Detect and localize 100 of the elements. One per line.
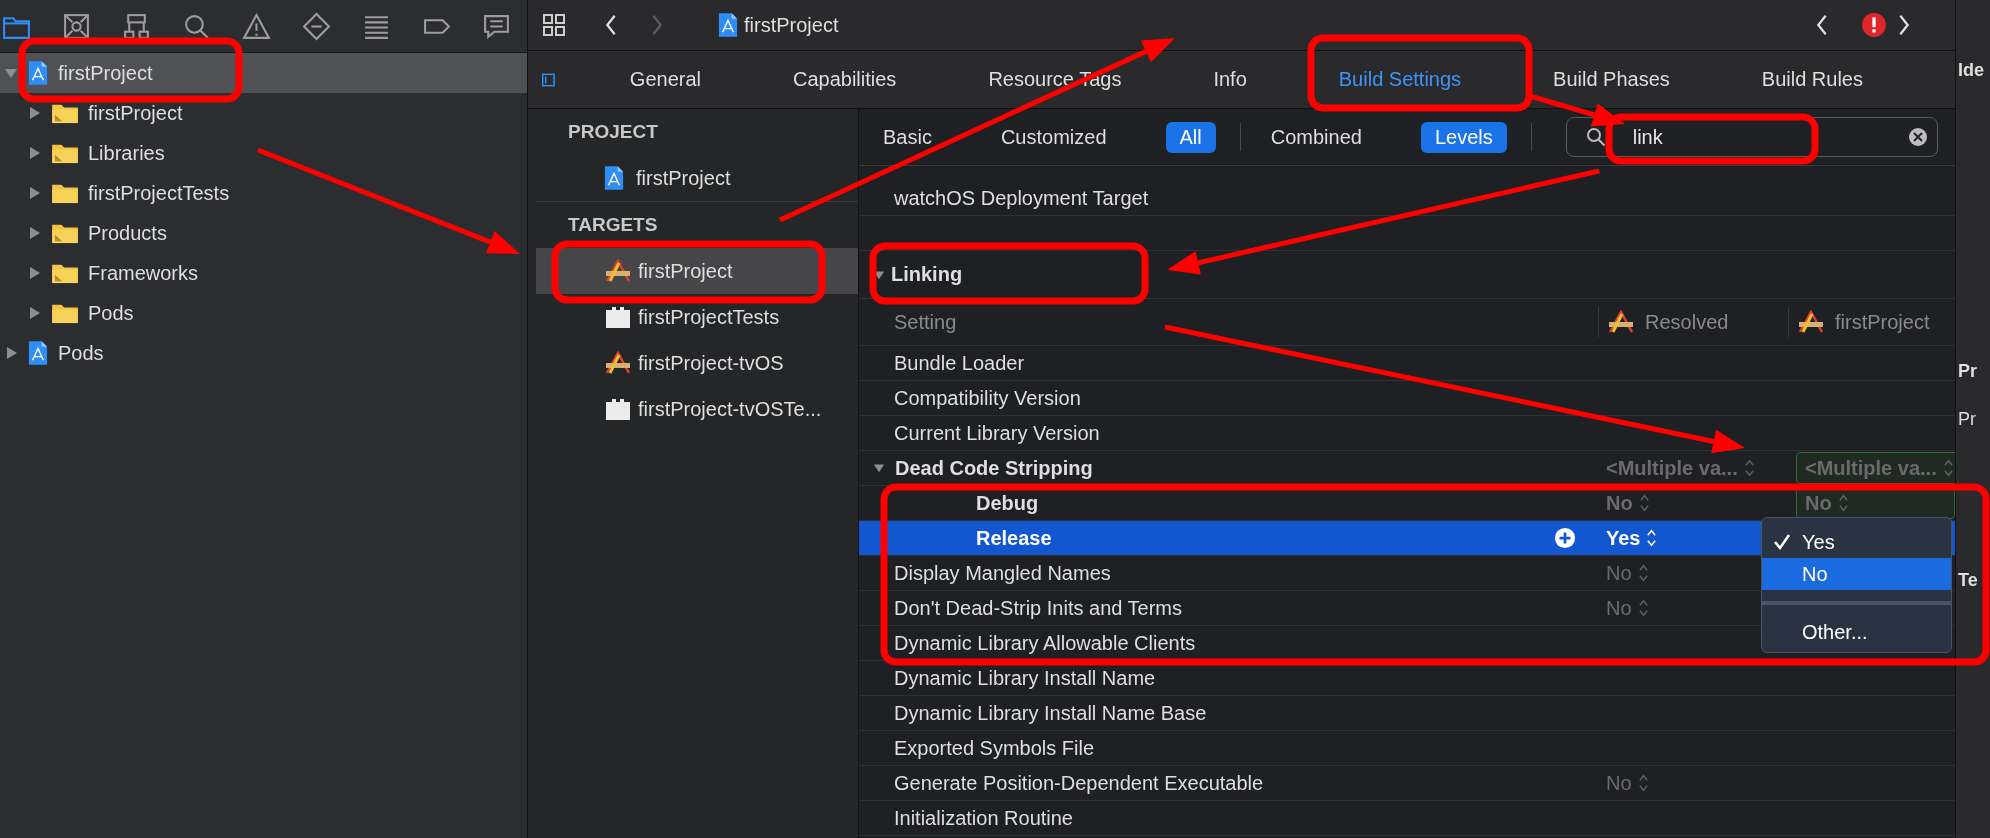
column-header: Setting (893, 310, 958, 334)
folder-icon (51, 182, 79, 204)
setting-name: Current Library Version (894, 421, 1100, 445)
stepper-icon[interactable] (1743, 458, 1755, 478)
column-header: Resolved (1645, 310, 1729, 334)
disclosure-triangle[interactable] (27, 146, 41, 160)
app-target-icon (604, 351, 632, 375)
disclosure-triangle[interactable] (27, 106, 41, 120)
setting-name: Generate Position-Dependent Executable (894, 771, 1264, 795)
navigator-item[interactable]: Libraries (0, 133, 527, 173)
disclosure-triangle[interactable] (4, 66, 18, 80)
add-icon[interactable] (1554, 527, 1576, 549)
stepper-icon (1837, 493, 1849, 513)
inspector-label: Ide (1958, 59, 1985, 82)
warning-icon[interactable] (242, 11, 271, 41)
project-file-icon (28, 60, 48, 86)
stepper-icon[interactable] (1637, 563, 1649, 583)
hierarchy-icon[interactable] (122, 11, 151, 41)
editor-tab[interactable]: Build Phases (1553, 64, 1670, 95)
navigator-item-label: firstProject (58, 61, 153, 85)
navigator-item-label: Pods (88, 301, 134, 325)
app-target-icon (1607, 310, 1635, 334)
disclosure-triangle[interactable] (27, 186, 41, 200)
editor-tab[interactable]: Build Rules (1761, 64, 1863, 95)
setting-name: Compatibility Version (894, 386, 1081, 410)
section-heading: PROJECT (567, 120, 659, 144)
setting-name: Display Mangled Names (894, 561, 1111, 585)
project-file-icon (718, 12, 738, 38)
search-icon (1585, 127, 1606, 147)
view-button[interactable]: Levels (1420, 121, 1507, 153)
folder-icon (51, 222, 79, 244)
filter-button[interactable]: All (1165, 121, 1216, 153)
navigator-item[interactable]: Pods (0, 293, 527, 333)
back-icon[interactable] (1815, 14, 1829, 36)
stepper-icon[interactable] (1637, 598, 1649, 618)
disclosure-triangle[interactable] (27, 306, 41, 320)
target-item[interactable]: firstProject (528, 155, 858, 201)
editor-tab[interactable]: General (629, 64, 701, 95)
setting-name: Dynamic Library Allowable Clients (894, 631, 1196, 655)
navigator-item-label: firstProject (88, 101, 183, 125)
target-label: firstProject-tvOS (638, 351, 784, 375)
target-label: firstProject (638, 259, 733, 283)
forward-icon[interactable] (1897, 14, 1911, 36)
setting-value: No (1606, 561, 1632, 585)
filter-button[interactable]: Customized (990, 121, 1117, 153)
editor-tab[interactable]: Capabilities (793, 64, 897, 95)
setting-value: <Multiple va... (1606, 456, 1738, 480)
navigator-item-label: Frameworks (88, 261, 198, 285)
grid-icon[interactable] (542, 13, 566, 37)
folder-icon (51, 262, 79, 284)
target-item[interactable]: firstProject-tvOSTe... (528, 386, 858, 432)
navigator-item-label: firstProjectTests (88, 181, 230, 205)
view-button[interactable]: Combined (1260, 121, 1372, 153)
navigator-item[interactable]: firstProject (0, 93, 527, 133)
menu-item[interactable]: No (1762, 558, 1951, 590)
navigator-item-label: Products (88, 221, 167, 245)
section-title: Linking (891, 263, 963, 286)
setting-name: Bundle Loader (894, 351, 1025, 375)
setting-name: Debug (976, 491, 1039, 515)
checkmark-icon (1772, 532, 1792, 552)
navigator-item[interactable]: firstProjectTests (0, 173, 527, 213)
disclosure-triangle[interactable] (27, 226, 41, 240)
disclosure-triangle[interactable] (4, 346, 18, 360)
cross-box-icon[interactable] (62, 11, 91, 41)
folder-icon (51, 142, 79, 164)
error-icon[interactable] (1861, 12, 1887, 38)
setting-value: No (1606, 491, 1633, 515)
setting-name: Exported Symbols File (894, 736, 1095, 760)
diamond-icon[interactable] (302, 11, 331, 41)
target-label: firstProject-tvOSTe... (638, 397, 822, 421)
bundle-icon (604, 397, 632, 421)
setting-value: No (1805, 491, 1832, 515)
navigator-item[interactable]: Pods (0, 333, 527, 373)
navigator-item[interactable]: firstProject (0, 53, 527, 93)
folder-icon (51, 102, 79, 124)
menu-item[interactable]: Yes (1762, 526, 1951, 558)
target-label: firstProjectTests (638, 305, 780, 329)
clear-icon[interactable] (1907, 127, 1928, 147)
setting-name: Release (976, 526, 1052, 550)
inspector-label: Pr (1958, 408, 1977, 431)
navigator-item[interactable]: Products (0, 213, 527, 253)
target-item[interactable]: firstProject-tvOS (528, 340, 858, 386)
stepper-icon[interactable] (1637, 773, 1649, 793)
target-item[interactable]: firstProject (536, 248, 858, 294)
disclosure-triangle[interactable] (27, 266, 41, 280)
setting-name: Don't Dead-Strip Inits and Terms (894, 596, 1183, 620)
filter-button[interactable]: Basic (873, 121, 942, 153)
navigator-item[interactable]: Frameworks (0, 253, 527, 293)
target-item[interactable]: firstProjectTests (528, 294, 858, 340)
project-file-icon (604, 165, 624, 191)
menu-item[interactable]: Other... (1762, 616, 1951, 648)
setting-name: Initialization Routine (894, 806, 1073, 830)
setting-name: watchOS Deployment Target (893, 186, 1150, 210)
editor-tab[interactable]: Info (1213, 64, 1247, 95)
project-file-icon (28, 340, 48, 366)
back-icon[interactable] (604, 14, 618, 36)
editor-tab[interactable]: Build Settings (1338, 64, 1462, 95)
stepper-icon[interactable] (1638, 493, 1650, 513)
setting-name: Dynamic Library Install Name (894, 666, 1156, 690)
setting-value: No (1606, 596, 1632, 620)
